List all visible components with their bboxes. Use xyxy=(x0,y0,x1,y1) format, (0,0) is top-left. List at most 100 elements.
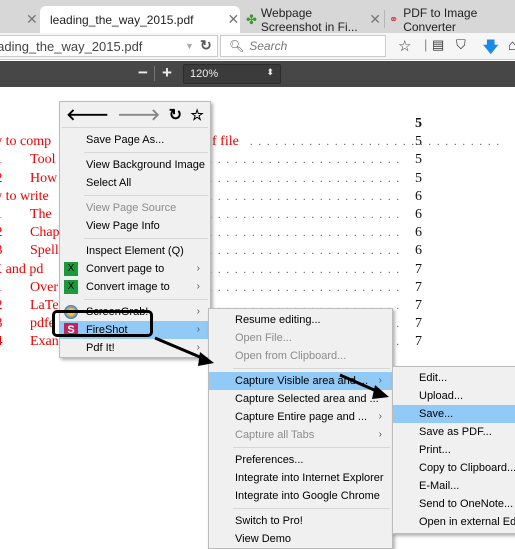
toc-page-number: 6 xyxy=(415,207,422,222)
menu-item-label: Open from Clipboard... xyxy=(235,350,347,362)
menu-item-pdf-it[interactable]: Pdf It! › xyxy=(60,339,210,357)
menu-item-label: View Page Source xyxy=(86,202,177,214)
menu-item-open-file[interactable]: Open File... xyxy=(209,329,392,347)
submenu-chevron-icon: › xyxy=(196,281,200,292)
menu-item-print[interactable]: Print... xyxy=(393,441,515,459)
menu-item-label: Save Page As... xyxy=(86,134,165,146)
bookmark-star-icon[interactable]: ☆ xyxy=(398,37,411,55)
menu-item-capture-entire-page-and[interactable]: Capture Entire page and ... › xyxy=(209,408,392,426)
reload-icon[interactable]: ↻ xyxy=(200,37,212,54)
toc-page-number: 5 xyxy=(415,170,422,186)
url-bar[interactable]: leading_the_way_2015.pdf ▼ ↻ xyxy=(0,35,218,57)
submenu-chevron-icon: › xyxy=(378,375,382,386)
menu-item-capture-selected-area-and[interactable]: Capture Selected area and ... xyxy=(209,390,392,408)
capture-submenu: Edit... Upload... Save... Save as PDF... Pri… xyxy=(392,366,515,534)
toc-title: Tool xyxy=(30,152,56,168)
menu-item-integrate-into-internet-explorer[interactable]: Integrate into Internet Explorer xyxy=(209,469,392,487)
menu-item-preferences[interactable]: Preferences... xyxy=(209,451,392,469)
zoom-in-button[interactable]: + xyxy=(162,63,172,83)
toc-number: .1 xyxy=(0,207,3,223)
close-icon[interactable]: ✕ xyxy=(26,11,38,28)
menu-item-save-as-pdf[interactable]: Save as PDF... xyxy=(393,423,515,441)
search-placeholder: Search xyxy=(249,39,288,53)
toc-page-number: 7 xyxy=(415,279,422,295)
zoom-out-button[interactable]: − xyxy=(138,63,148,83)
fireshot-highlight-callout xyxy=(52,310,153,337)
menu-item-label: Open in external Editor... xyxy=(419,516,515,528)
menu-item-label: E-Mail... xyxy=(419,480,460,492)
menu-item-label: Open File... xyxy=(235,332,292,344)
toc-page-number: 5 xyxy=(415,152,422,168)
menu-item-view-background-image[interactable]: View Background Image xyxy=(60,156,210,174)
menu-item-send-to-onenote[interactable]: Send to OneNote... xyxy=(393,495,515,513)
menu-item-view-demo[interactable]: View Demo xyxy=(209,530,392,548)
toc-number: .2 xyxy=(0,225,3,241)
menu-item-label: Capture all Tabs xyxy=(235,429,315,441)
toc-page-number: 7 xyxy=(415,334,422,350)
menu-item-integrate-into-google-chrome[interactable]: Integrate into Google Chrome xyxy=(209,487,392,505)
menu-item-open-in-external-editor[interactable]: Open in external Editor... xyxy=(393,513,515,531)
menu-item-label: Capture Entire page and ... xyxy=(235,411,368,423)
submenu-chevron-icon: › xyxy=(196,263,200,274)
tab-active[interactable]: leading_the_way_2015.pdf ✕ xyxy=(40,6,240,33)
close-icon[interactable]: ✕ xyxy=(369,11,381,28)
menu-item-select-all[interactable]: Select All xyxy=(60,174,210,192)
tab-webpage-screenshot[interactable]: ✤ Webpage Screenshot in Fi... ✕ xyxy=(246,5,381,34)
menu-item-label: Save as PDF... xyxy=(419,426,492,438)
menu-item-open-from-clipboard[interactable]: Open from Clipboard... xyxy=(209,347,392,365)
menu-item-e-mail[interactable]: E-Mail... xyxy=(393,477,515,495)
menu-item-label: View Demo xyxy=(235,533,292,545)
separator: | xyxy=(424,37,428,52)
pocket-icon[interactable]: ⛉ xyxy=(456,37,466,53)
toc-number: .1 xyxy=(0,152,3,168)
menu-item-capture-visible-area-and[interactable]: Capture Visible area and ... › xyxy=(209,372,392,390)
menu-item-view-page-info[interactable]: View Page Info xyxy=(60,217,210,235)
forward-arrow-icon[interactable]: 🡒 xyxy=(117,104,160,125)
menu-item-label: Upload... xyxy=(419,390,464,402)
context-nav-row: 🡐 🡒 ↻ ☆ xyxy=(62,102,208,128)
menu-item-label: Convert page to xyxy=(86,263,165,275)
menu-item-copy-to-clipboard[interactable]: Copy to Clipboard... xyxy=(393,459,515,477)
menu-item-save-page-as[interactable]: Save Page As... xyxy=(60,131,210,149)
reading-list-icon[interactable]: ▤ xyxy=(432,37,444,53)
menu-item-edit[interactable]: Edit... xyxy=(393,369,515,387)
toc-number: w to write xyxy=(0,188,49,204)
menu-item-resume-editing[interactable]: Resume editing... xyxy=(209,311,392,329)
close-icon[interactable]: ✕ xyxy=(227,11,239,28)
back-arrow-icon[interactable]: 🡐 xyxy=(66,104,109,125)
toc-title: Chap xyxy=(30,225,60,241)
menu-item-inspect-element-q[interactable]: Inspect Element (Q) xyxy=(60,242,210,260)
toc-page-number: 5 xyxy=(415,116,422,131)
navigation-bar: leading_the_way_2015.pdf ▼ ↻ 🔍︎ Search ☆… xyxy=(0,33,515,60)
menu-item-label: Integrate into Google Chrome xyxy=(235,490,380,502)
menu-item-convert-page-to[interactable]: X Convert page to › xyxy=(60,260,210,278)
menu-item-capture-all-tabs[interactable]: Capture all Tabs › xyxy=(209,426,392,444)
tab-close-prev[interactable]: ✕ xyxy=(20,6,38,33)
menu-item-label: Integrate into Internet Explorer xyxy=(235,472,384,484)
menu-item-label: Resume editing... xyxy=(235,314,321,326)
menu-item-label: Save... xyxy=(419,408,454,420)
reload-icon[interactable]: ↻ xyxy=(169,105,182,125)
toc-page-number: 7 xyxy=(415,261,422,277)
toc-page-number: 6 xyxy=(415,225,422,241)
zoom-select[interactable]: 120% ⬍ xyxy=(183,64,281,84)
toc-page-number: 5 xyxy=(415,134,422,150)
toc-number: .3 xyxy=(0,316,3,332)
download-icon[interactable]: 🡇 xyxy=(483,37,498,62)
menu-item-convert-image-to[interactable]: X Convert image to › xyxy=(60,278,210,296)
tab-label: Webpage Screenshot in Fi... xyxy=(260,5,358,34)
menu-item-view-page-source[interactable]: View Page Source xyxy=(60,199,210,217)
fireshot-submenu: Resume editing... Open File... Open from C… xyxy=(208,308,393,549)
home-icon[interactable]: ⌂ xyxy=(508,37,515,54)
toc-number: .2 xyxy=(0,298,3,314)
search-input[interactable]: 🔍︎ Search xyxy=(220,35,386,57)
menu-item-upload[interactable]: Upload... xyxy=(393,387,515,405)
tab-label: PDF to Image Converter xyxy=(403,5,478,34)
bookmark-star-icon[interactable]: ☆ xyxy=(190,106,203,124)
dropdown-icon[interactable]: ▼ xyxy=(185,41,194,51)
menu-separator xyxy=(84,195,208,196)
tab-pdf-converter[interactable]: ⚭ PDF to Image Converter xyxy=(389,5,515,34)
menu-item-switch-to-pro[interactable]: Switch to Pro! xyxy=(209,512,392,530)
toc-number: .3 xyxy=(0,243,3,259)
menu-item-save[interactable]: Save... xyxy=(393,405,515,423)
